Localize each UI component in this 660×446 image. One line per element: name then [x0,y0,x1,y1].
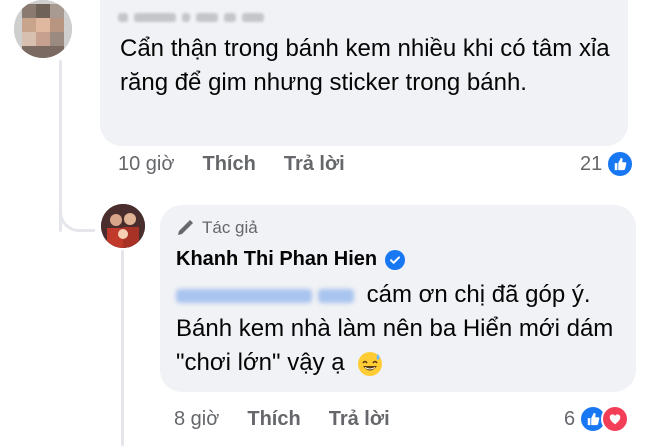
pencil-icon [178,220,193,235]
reply-text: cám ơn chị đã góp ý. Bánh kem nhà làm nê… [176,278,626,380]
author-badge-label: Tác giả [202,218,258,237]
comment-text: Cẩn thận trong bánh kem nhiều khi có tâm… [120,35,610,96]
like-button[interactable]: Thích [202,153,255,176]
comment-reactions[interactable]: 21 [580,150,635,178]
mention-blurred[interactable] [176,288,312,303]
grinning-sweat-emoji [358,351,383,376]
reply-button[interactable]: Trả lời [284,153,345,176]
commenter-avatar[interactable] [14,0,72,58]
comment-timestamp[interactable]: 10 giờ [118,153,174,176]
commenter-name-blurred[interactable] [118,6,264,28]
author-avatar[interactable] [101,204,145,248]
reply-reactions[interactable]: 6 [564,405,630,433]
reply-timestamp[interactable]: 8 giờ [174,408,219,431]
love-icon [601,405,630,433]
author-badge: Tác giả [176,218,258,238]
author-name[interactable]: Khanh Thi Phan Hien [176,248,406,271]
reaction-count: 21 [580,152,603,175]
reply-thread-line [121,250,124,446]
comment-actions: 10 giờ Thích Trả lời [118,153,373,176]
mention-blurred-part[interactable] [318,288,354,303]
reply-reply-button[interactable]: Trả lời [329,408,390,431]
reply-reaction-count: 6 [564,407,576,430]
like-icon [606,150,635,178]
verified-badge-icon [385,249,406,270]
author-name-label[interactable]: Khanh Thi Phan Hien [176,248,377,271]
reply-actions: 8 giờ Thích Trả lời [174,408,418,431]
reply-like-button[interactable]: Thích [247,408,300,431]
thread-connector [59,200,95,232]
